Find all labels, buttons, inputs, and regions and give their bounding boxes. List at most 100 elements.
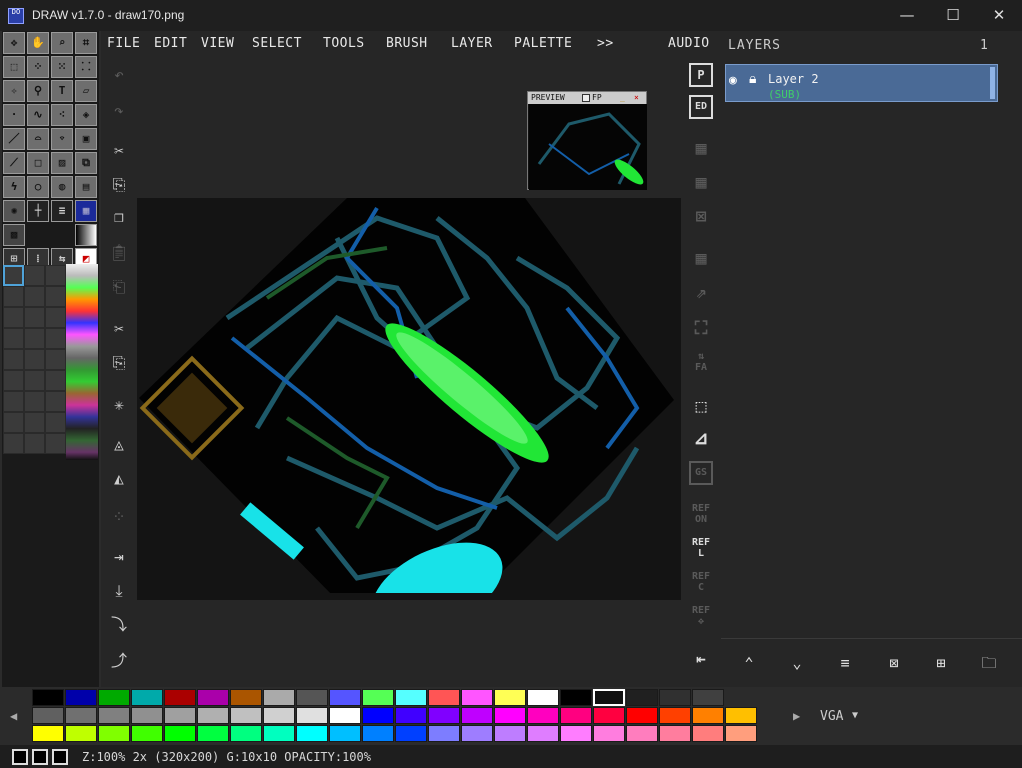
brush-slot[interactable] — [45, 370, 66, 391]
palette-swatch[interactable] — [362, 689, 394, 706]
merge-up-icon[interactable]: ⤴ — [107, 649, 131, 673]
merge-down-icon[interactable]: ⤵ — [107, 613, 131, 637]
fill-fg-icon[interactable]: ◬ — [107, 433, 131, 457]
rectangle-tool-icon[interactable]: □ — [27, 152, 49, 174]
pixel-perfect-icon[interactable]: P — [689, 63, 713, 87]
brush-slot[interactable] — [24, 391, 45, 412]
preview-window[interactable] — [527, 91, 647, 190]
palette-swatch[interactable] — [197, 689, 229, 706]
palette-name[interactable]: VGA — [820, 709, 843, 724]
palette-swatch[interactable] — [65, 707, 97, 724]
palette-swatch[interactable] — [461, 725, 493, 742]
brush-slot[interactable] — [45, 349, 66, 370]
preview-minimize-button[interactable]: _ — [620, 92, 625, 104]
eraser-tool-icon[interactable]: ▱ — [75, 80, 97, 102]
pattern-dither-icon[interactable]: ▦ — [75, 200, 97, 222]
drawing-canvas[interactable] — [137, 198, 681, 600]
speech-tool-icon[interactable]: ⌔ — [51, 128, 73, 150]
menu-brush[interactable]: BRUSH — [386, 36, 428, 51]
palette-swatch[interactable] — [395, 725, 427, 742]
brush-slot[interactable] — [24, 349, 45, 370]
fa-icon[interactable]: ⇅ FA — [689, 351, 713, 375]
spray-tool-icon[interactable]: ⁖ — [51, 104, 73, 126]
eye-icon[interactable]: ◉ — [729, 73, 737, 88]
layer-down-icon[interactable]: ⌄ — [785, 651, 809, 675]
menu-audio[interactable]: AUDIO — [668, 36, 710, 51]
ref-move-toggle[interactable]: REF ✥ — [689, 605, 713, 631]
line-tool-icon[interactable]: ／ — [3, 128, 25, 150]
brush-slot[interactable] — [45, 286, 66, 307]
fill-sel-icon[interactable]: ⁘ — [107, 505, 131, 529]
ref-l-toggle[interactable]: REF L — [689, 537, 713, 563]
palette-swatch[interactable] — [428, 725, 460, 742]
paste-icon[interactable]: 📋︎ — [107, 241, 131, 265]
crop-tool-icon[interactable]: ⌗ — [75, 32, 97, 54]
brush-slot[interactable] — [45, 412, 66, 433]
palette-swatch[interactable] — [461, 707, 493, 724]
hand-tool-icon[interactable]: ✋ — [27, 32, 49, 54]
palette-swatch[interactable] — [329, 689, 361, 706]
brush-slot[interactable] — [24, 433, 45, 454]
palette-swatch[interactable] — [659, 707, 691, 724]
collapse-panel-icon[interactable]: ⇤ — [689, 647, 713, 671]
menu-view[interactable]: VIEW — [201, 36, 234, 51]
preview-close-button[interactable]: × — [634, 92, 639, 104]
palette-swatch[interactable] — [626, 707, 658, 724]
copy-layer-icon[interactable]: ⎘ — [107, 351, 131, 375]
palette-swatch[interactable] — [230, 689, 262, 706]
palette-swatch[interactable] — [428, 707, 460, 724]
polyline-tool-icon[interactable]: ⌓ — [27, 128, 49, 150]
brush-slot[interactable] — [45, 307, 66, 328]
checker-icon[interactable]: ▩ — [3, 224, 25, 246]
select-dots-icon[interactable]: ⁘ — [27, 56, 49, 78]
menu-select[interactable]: SELECT — [252, 36, 302, 51]
brush-slot[interactable] — [3, 391, 24, 412]
brush-slot[interactable] — [45, 391, 66, 412]
palette-swatch[interactable] — [494, 707, 526, 724]
palette-dropdown-icon[interactable]: ▼ — [852, 710, 858, 721]
palette-swatch[interactable] — [197, 707, 229, 724]
palette-swatch[interactable] — [428, 689, 460, 706]
palette-swatch[interactable] — [98, 689, 130, 706]
palette-swatch[interactable] — [164, 707, 196, 724]
rect-fill-tool-icon[interactable]: ▨ — [51, 152, 73, 174]
mask-toggle-icon[interactable] — [12, 749, 28, 765]
palette-swatch[interactable] — [164, 689, 196, 706]
brush-line-icon[interactable]: ⟋ — [3, 152, 25, 174]
brush-slot-selected[interactable] — [3, 265, 24, 286]
palette-swatch[interactable] — [329, 725, 361, 742]
select-rect-icon[interactable]: ⬚ — [3, 56, 25, 78]
brush-slot[interactable] — [3, 433, 24, 454]
palette-swatch[interactable] — [494, 689, 526, 706]
palette-swatch[interactable] — [659, 689, 691, 706]
palette-next-icon[interactable]: ▶ — [793, 709, 800, 723]
chart-icon[interactable]: ⊿ — [689, 427, 713, 451]
menu-more[interactable]: >> — [597, 36, 614, 51]
palette-prev-icon[interactable]: ◀ — [10, 709, 17, 723]
palette-swatch[interactable] — [560, 707, 592, 724]
grid-snap-icon[interactable]: ⊠ — [689, 205, 713, 229]
copy-merged-icon[interactable]: ❐ — [107, 205, 131, 229]
lock-icon[interactable]: 🔒︎ — [749, 71, 756, 87]
brush-slot[interactable] — [3, 370, 24, 391]
palette-swatch[interactable] — [296, 707, 328, 724]
ed-icon[interactable]: ED — [689, 95, 713, 119]
brush-slot[interactable] — [3, 286, 24, 307]
brush-slot[interactable] — [24, 265, 45, 286]
palette-swatch[interactable] — [197, 725, 229, 742]
palette-swatch[interactable] — [395, 689, 427, 706]
zoom-tool-icon[interactable]: ⌕ — [51, 32, 73, 54]
fill-tool-icon[interactable]: ◈ — [75, 104, 97, 126]
palette-swatch[interactable] — [131, 725, 163, 742]
ellipse-tool-icon[interactable]: ○ — [27, 176, 49, 198]
sparkle-icon[interactable]: ✳ — [107, 393, 131, 417]
palette-swatch[interactable] — [32, 725, 64, 742]
ellipse-fill-tool-icon[interactable]: ◍ — [51, 176, 73, 198]
save-tool-icon[interactable]: ▣ — [75, 128, 97, 150]
palette-swatch[interactable] — [395, 707, 427, 724]
brush-size-slider-icon[interactable]: ┼ — [27, 200, 49, 222]
text-tool-icon[interactable]: T — [51, 80, 73, 102]
layer-folder-icon[interactable]: 🗀︎ — [977, 651, 1001, 675]
palette-swatch[interactable] — [362, 707, 394, 724]
palette-swatch[interactable] — [263, 689, 295, 706]
